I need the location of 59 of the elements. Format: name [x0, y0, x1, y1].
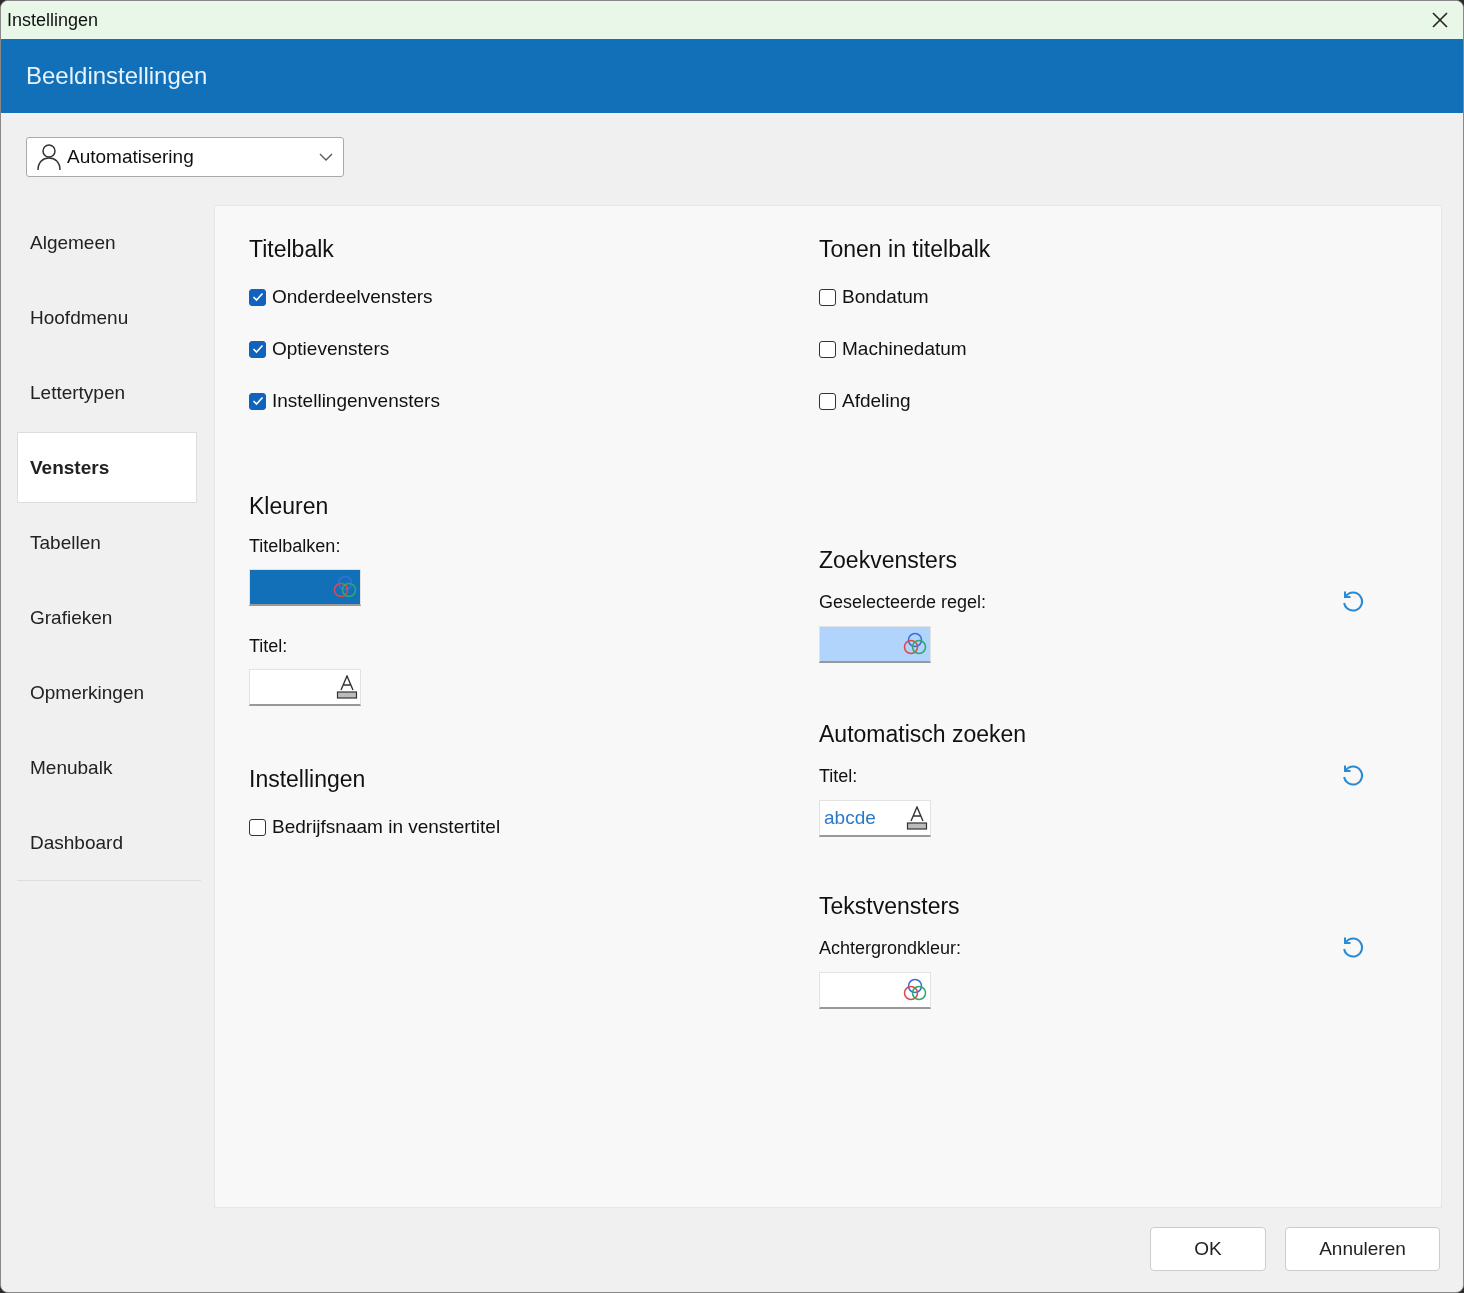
checkbox-option[interactable]: Optievensters — [249, 323, 819, 375]
dialog-button[interactable]: OK — [1150, 1227, 1266, 1271]
reset-icon[interactable] — [1341, 764, 1365, 788]
color-picker-button[interactable] — [249, 569, 361, 606]
checkbox-option[interactable]: Afdeling — [819, 375, 1365, 427]
checkbox[interactable] — [819, 288, 836, 306]
color-wheel-icon — [332, 574, 358, 600]
sidebar-item[interactable]: Vensters — [17, 432, 197, 503]
section-heading: Tonen in titelbalk — [819, 236, 992, 263]
reset-icon[interactable] — [1341, 936, 1365, 960]
checkbox-option[interactable]: Instellingenvensters — [249, 375, 819, 427]
sidebar-item[interactable]: Lettertypen — [17, 355, 197, 430]
color-picker-button[interactable] — [819, 626, 931, 663]
font-picker-button[interactable]: abcde — [819, 800, 931, 837]
sidebar-item[interactable]: Tabellen — [17, 505, 197, 580]
checkmark-icon — [251, 292, 264, 302]
dialog-button[interactable]: Annuleren — [1285, 1227, 1440, 1271]
checkbox[interactable] — [249, 340, 266, 358]
sidebar-item[interactable]: Menubalk — [17, 730, 197, 805]
checkbox[interactable] — [819, 340, 836, 358]
window-title: Instellingen — [7, 9, 99, 31]
font-picker-button[interactable] — [249, 669, 361, 706]
checkbox[interactable] — [819, 392, 836, 410]
font-icon — [906, 806, 928, 830]
sidebar-item[interactable]: Dashboard — [17, 805, 197, 880]
header-title: Beeldinstellingen — [26, 62, 208, 90]
checkbox-option[interactable]: Bondatum — [819, 271, 1365, 323]
chevron-down-icon — [319, 153, 333, 161]
close-icon — [1431, 11, 1449, 29]
checkbox-option[interactable]: Onderdeelvensters — [249, 271, 819, 323]
profile-dropdown[interactable]: Automatisering — [26, 137, 344, 177]
field-label: Titelbalken: — [249, 536, 341, 557]
checkbox[interactable] — [249, 288, 266, 306]
color-wheel-icon — [902, 631, 928, 657]
section-heading: Zoekvensters — [819, 547, 959, 574]
checkbox-option[interactable]: Machinedatum — [819, 323, 1365, 375]
font-icon — [336, 675, 358, 699]
sidebar-item[interactable]: Algemeen — [17, 205, 197, 280]
checkmark-icon — [251, 344, 264, 354]
field-label: Titel: — [819, 765, 858, 787]
field-label: Achtergrondkleur: — [819, 937, 962, 959]
reset-icon[interactable] — [1341, 590, 1365, 614]
color-picker-button[interactable] — [819, 972, 931, 1009]
user-icon — [37, 143, 61, 171]
checkbox-option[interactable]: Bedrijfsnaam in venstertitel — [249, 801, 819, 853]
section-heading: Tekstvensters — [819, 893, 961, 920]
field-label: Geselecteerde regel: — [819, 591, 987, 613]
section-heading: Instellingen — [249, 766, 367, 793]
checkbox[interactable] — [249, 392, 266, 410]
checkbox[interactable] — [249, 818, 266, 836]
section-heading: Kleuren — [249, 493, 330, 520]
sidebar-item[interactable]: Hoofdmenu — [17, 280, 197, 355]
section-heading: Titelbalk — [249, 236, 335, 263]
field-label: Titel: — [249, 636, 288, 657]
checkmark-icon — [251, 396, 264, 406]
sidebar-item[interactable]: Grafieken — [17, 580, 197, 655]
section-heading: Automatisch zoeken — [819, 721, 1028, 748]
sidebar-item[interactable]: Opmerkingen — [17, 655, 197, 730]
color-wheel-icon — [902, 977, 928, 1003]
